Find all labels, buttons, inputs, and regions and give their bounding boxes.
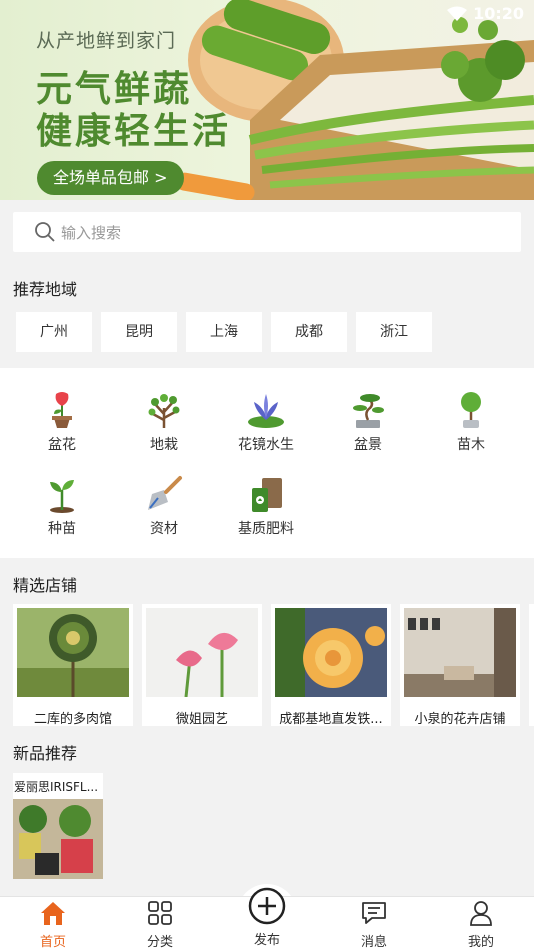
fertilizer-bag-icon [252, 478, 282, 512]
message-icon [362, 902, 386, 924]
category-nursery-stock[interactable]: 苗木 [426, 390, 516, 454]
banner-title-line2: 健康轻生活 [36, 111, 232, 152]
user-icon [470, 901, 492, 926]
shop-name: 小泉的花卉店铺 [414, 712, 506, 726]
category-bonsai[interactable]: 盆景 [323, 390, 413, 454]
shop-card-partial[interactable] [529, 604, 534, 726]
shop-image-rose [275, 608, 387, 697]
nav-label: 首页 [39, 935, 66, 949]
region-shanghai[interactable]: 上海 [186, 312, 262, 352]
potted-flower-icon [52, 392, 72, 428]
category-label: 资材 [150, 521, 178, 537]
product-card[interactable]: 爱丽思IRISFL... [13, 773, 103, 879]
shop-card[interactable]: 微姐园艺 [142, 604, 262, 726]
shop-image-room [404, 608, 516, 697]
shops-title: 精选店铺 [13, 576, 78, 595]
bonsai-icon [353, 394, 384, 428]
category-ground-planting[interactable]: 地栽 [119, 390, 209, 454]
search-icon [35, 222, 55, 242]
category-aquatic[interactable]: 花镜水生 [221, 390, 311, 454]
search-bar[interactable]: 输入搜索 [13, 212, 521, 252]
category-label: 盆花 [48, 437, 76, 453]
home-icon [41, 902, 65, 925]
category-fertilizer[interactable]: 基质肥料 [221, 474, 311, 538]
banner-subtitle: 从产地鲜到家门 [36, 30, 177, 52]
region-zhejiang[interactable]: 浙江 [356, 312, 432, 352]
bottom-nav: 首页 分类 发布 消息 我的 [0, 887, 534, 949]
nav-messages[interactable]: 消息 [339, 900, 409, 949]
water-lily-icon [248, 394, 284, 428]
nav-home[interactable]: 首页 [18, 900, 88, 949]
nav-label: 发布 [253, 933, 280, 948]
category-label: 基质肥料 [238, 521, 294, 537]
region-list: 广州 昆明 上海 成都 浙江 [16, 312, 432, 352]
promo-banner[interactable]: 从产地鲜到家门 元气鲜蔬 健康轻生活 全场单品包邮 > [0, 0, 534, 200]
category-label: 苗木 [457, 437, 485, 453]
nav-category[interactable]: 分类 [125, 900, 195, 949]
shop-name: 成都基地直发铁... [279, 712, 383, 726]
seedling-icon [50, 480, 74, 513]
trowel-icon [148, 476, 182, 510]
shop-image-tulips [146, 608, 258, 698]
product-title: 爱丽思IRISFL... [14, 780, 99, 794]
category-materials[interactable]: 资材 [119, 474, 209, 538]
category-label: 盆景 [354, 437, 382, 453]
nav-label: 消息 [360, 935, 387, 949]
product-image-pots [13, 799, 103, 879]
shop-card[interactable]: 小泉的花卉店铺 [400, 604, 520, 726]
shop-image-succulent [17, 608, 129, 697]
grid-icon [148, 901, 172, 925]
category-grid: 盆花 地栽 花镜水生 盆景 苗木 种苗 资材 基质肥料 [0, 368, 534, 558]
wifi-icon [447, 6, 468, 21]
region-kunming[interactable]: 昆明 [101, 312, 177, 352]
region-chengdu[interactable]: 成都 [271, 312, 347, 352]
plus-circle-icon [248, 887, 286, 925]
search-placeholder: 输入搜索 [61, 223, 122, 242]
banner-free-shipping-button[interactable]: 全场单品包邮 > [37, 161, 184, 195]
nav-label: 我的 [467, 935, 494, 949]
category-label: 种苗 [48, 521, 76, 537]
status-time: 10:20 [473, 4, 524, 23]
new-products-title: 新品推荐 [13, 744, 78, 763]
tree-icon [148, 394, 180, 428]
category-potted-flower[interactable]: 盆花 [17, 390, 107, 454]
nav-publish[interactable]: 发布 [232, 887, 302, 948]
regions-title: 推荐地域 [13, 280, 78, 299]
nav-profile[interactable]: 我的 [446, 900, 516, 949]
category-label: 花镜水生 [238, 437, 294, 453]
sapling-tree-icon [461, 392, 481, 428]
shop-name: 二库的多肉馆 [33, 712, 112, 726]
shop-carousel[interactable]: 二库的多肉馆 微姐园艺 成都基地直发铁... 小泉的花卉店铺 [13, 604, 534, 726]
category-label: 地栽 [150, 437, 178, 453]
region-guangzhou[interactable]: 广州 [16, 312, 92, 352]
status-bar: 10:20 [447, 4, 524, 23]
shop-card[interactable]: 二库的多肉馆 [13, 604, 133, 726]
shop-name: 微姐园艺 [175, 712, 228, 726]
shop-card[interactable]: 成都基地直发铁... [271, 604, 391, 726]
category-seedling[interactable]: 种苗 [17, 474, 107, 538]
nav-label: 分类 [146, 935, 173, 949]
